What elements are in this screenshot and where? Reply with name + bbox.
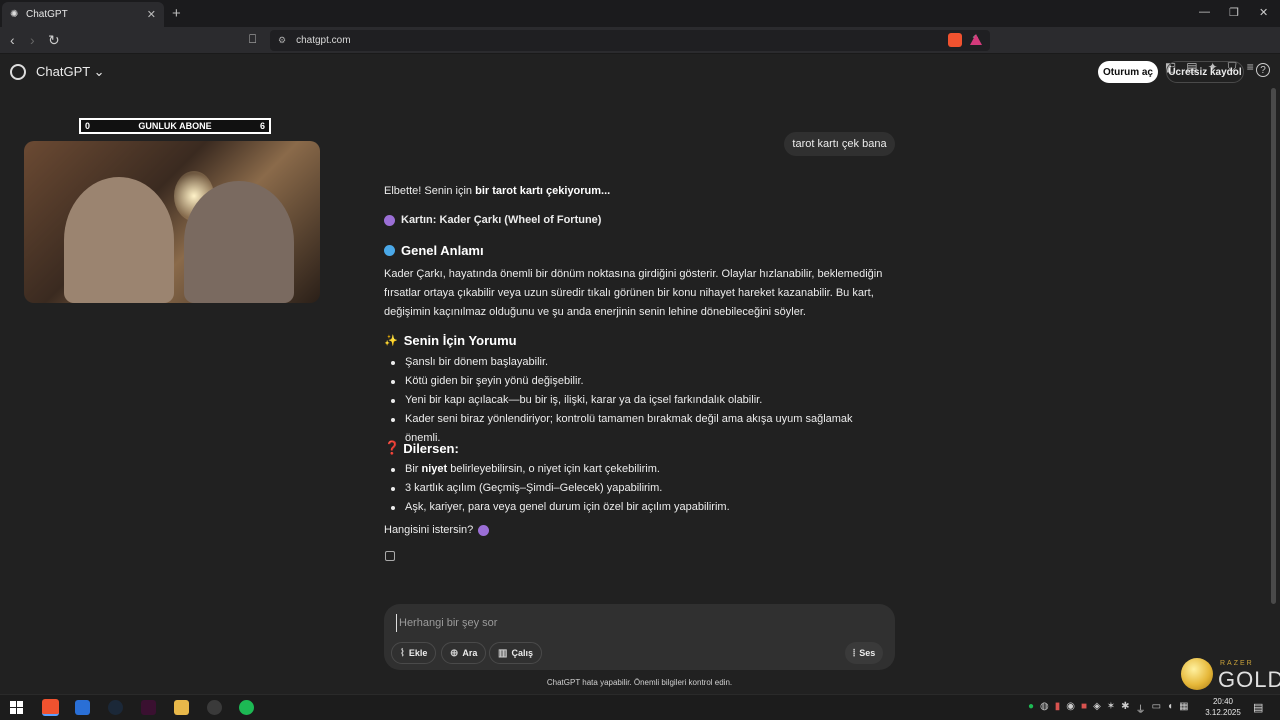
tab-chatgpt[interactable]: ✺ ChatGPT ✕: [2, 2, 164, 27]
user-message-bubble: tarot kartı çek bana: [784, 132, 895, 156]
subscriber-counter: 0 GUNLUK ABONE 6: [79, 118, 271, 134]
counter-left-value: 0: [85, 121, 91, 131]
browser-tabstrip: ✺ ChatGPT ✕ + — ❐ ✕: [0, 0, 1280, 27]
crystal-ball-icon: [384, 215, 395, 226]
list-item: 3 kartlık açılım (Geçmiş–Şimdi–Gelecek) …: [390, 479, 890, 498]
counter-label: GUNLUK ABONE: [138, 121, 212, 131]
tray-icon[interactable]: ◉: [1066, 701, 1075, 716]
attach-button[interactable]: ⌇ Ekle: [391, 642, 437, 664]
brave-rewards-icon[interactable]: [970, 34, 982, 45]
disclaimer: ChatGPT hata yapabilir. Önemli bilgileri…: [546, 678, 733, 687]
tray-icon[interactable]: ◍: [1040, 701, 1049, 716]
signup-button[interactable]: Ücretsiz kaydol: [1166, 61, 1244, 83]
system-tray: ● ◍ ▮ ◉ ■ ◈ ✶ ✱ ⏚ ▭ ◖ ▦: [1028, 701, 1189, 716]
search-button[interactable]: ⊕ Ara: [441, 642, 487, 664]
question-mark-icon: ❓: [384, 440, 401, 455]
restore-icon[interactable]: ❐: [1229, 6, 1239, 19]
prompt-input[interactable]: [396, 614, 876, 632]
bluetooth-icon[interactable]: ✱: [1121, 701, 1129, 716]
help-icon[interactable]: ?: [1256, 63, 1270, 77]
tab-close-icon[interactable]: ✕: [147, 8, 156, 21]
back-icon[interactable]: ‹: [10, 32, 15, 48]
list-item: Bir niyet belirleyebilirsin, o niyet içi…: [390, 460, 890, 479]
chevron-down-icon: ⌄: [93, 64, 105, 79]
menu-icon[interactable]: ≡: [1247, 60, 1254, 75]
sparkles-icon: ✨: [384, 335, 398, 347]
battery-icon[interactable]: ▭: [1152, 701, 1161, 716]
webcam-overlay: [24, 141, 320, 303]
model-selector[interactable]: ChatGPT ⌄: [36, 64, 104, 80]
brave-shields-icon[interactable]: [948, 33, 962, 47]
voice-button[interactable]: ⦙ Ses: [845, 642, 884, 664]
blue-dot-icon: [384, 245, 395, 256]
list-item: Şanslı bir dönem başlayabilir.: [390, 353, 890, 372]
new-tab-button[interactable]: +: [172, 5, 181, 22]
app-icon[interactable]: [141, 700, 156, 715]
steam-tray-icon[interactable]: ◈: [1093, 701, 1101, 716]
tray-icon[interactable]: ✶: [1107, 701, 1115, 716]
counter-right-value: 6: [259, 121, 265, 131]
tray-icon[interactable]: ■: [1081, 701, 1087, 716]
razer-logo-text: RAZER: [1220, 660, 1254, 667]
bookmark-icon[interactable]: ⎕: [249, 32, 256, 47]
gold-logo-text: GOLD: [1218, 667, 1280, 692]
book-icon: ▥: [498, 647, 508, 659]
crystal-ball-icon: [478, 525, 490, 536]
tab-title: ChatGPT: [26, 9, 68, 20]
composer: ⌇ Ekle ⊕ Ara ▥ Çalış ⦙ Ses: [384, 604, 895, 670]
mic-icon[interactable]: ▮: [1055, 701, 1061, 716]
list-item: Kötü giden bir şeyin yönü değişebilir.: [390, 372, 890, 391]
list-item: Yeni bir kapı açılacak—bu bir iş, ilişki…: [390, 391, 890, 410]
chatgpt-favicon-icon: ✺: [10, 8, 19, 20]
close-window-icon[interactable]: ✕: [1259, 6, 1268, 19]
section-heading-general: Genel Anlamı: [384, 243, 484, 258]
site-info-icon[interactable]: ⚙: [278, 35, 286, 46]
waveform-icon: ⦙: [853, 647, 856, 659]
page-scrollbar[interactable]: [1271, 88, 1276, 604]
spotify-icon[interactable]: [239, 700, 254, 715]
minimize-icon[interactable]: —: [1199, 6, 1210, 18]
study-button[interactable]: ▥ Çalış: [489, 642, 542, 664]
razer-gold-coin-logo: [1181, 658, 1213, 690]
clock-date: 3.12.2025: [1205, 708, 1241, 717]
store-icon[interactable]: [75, 700, 90, 715]
reload-icon[interactable]: ↻: [48, 32, 60, 49]
file-explorer-icon[interactable]: [174, 700, 189, 715]
copy-icon[interactable]: [385, 551, 395, 561]
forward-icon[interactable]: ›: [30, 32, 35, 48]
windows-taskbar: ● ◍ ▮ ◉ ■ ◈ ✶ ✱ ⏚ ▭ ◖ ▦ 20:40 3.12.2025 …: [0, 694, 1280, 720]
openai-logo-icon[interactable]: [10, 64, 26, 80]
section-heading-interpretation: ✨ Senin İçin Yorumu: [384, 333, 517, 348]
spotify-tray-icon[interactable]: ●: [1028, 701, 1034, 716]
list-item: Aşk, kariyer, para veya genel durum için…: [390, 498, 890, 517]
card-line: Kartın: Kader Çarkı (Wheel of Fortune): [384, 211, 894, 230]
globe-icon: ⊕: [450, 647, 459, 659]
volume-icon[interactable]: ◖: [1167, 701, 1173, 716]
network-icon[interactable]: ▦: [1179, 701, 1188, 716]
browser-toolbar: ‹ › ↻ ⎕ ⚙ chatgpt.com ⇪ ⧉ ▣ ♫ ◧ ▤ ✦ ⛉ ≡: [0, 27, 1280, 74]
url-text: chatgpt.com: [296, 35, 351, 46]
taskbar-clock[interactable]: 20:40 3.12.2025: [1200, 696, 1246, 718]
options-list: Bir niyet belirleyebilirsin, o niyet içi…: [390, 460, 890, 517]
section-general-body: Kader Çarkı, hayatında önemli bir dönüm …: [384, 268, 883, 318]
obs-icon[interactable]: [207, 700, 222, 715]
section-heading-options: ❓ Dilersen:: [384, 440, 459, 456]
model-selector-label: ChatGPT: [36, 64, 90, 79]
assistant-intro: Elbette! Senin için bir tarot kartı çeki…: [384, 185, 611, 197]
brave-browser-icon[interactable]: [42, 699, 59, 716]
list-item: Kader seni biraz yönlendiriyor; kontrolü…: [390, 410, 890, 444]
windows-start-icon[interactable]: [10, 701, 23, 714]
login-button[interactable]: Oturum aç: [1098, 61, 1158, 83]
usb-icon[interactable]: ⏚: [1136, 701, 1146, 716]
interpretation-list: Şanslı bir dönem başlayabilir. Kötü gide…: [390, 353, 890, 444]
paperclip-icon: ⌇: [400, 647, 405, 659]
notification-icon[interactable]: ▤: [1253, 701, 1263, 714]
steam-icon[interactable]: [108, 700, 123, 715]
clock-time: 20:40: [1212, 697, 1234, 706]
closing-question: Hangisini istersin?: [384, 521, 894, 540]
address-bar[interactable]: ⚙ chatgpt.com ⇪: [270, 30, 990, 51]
